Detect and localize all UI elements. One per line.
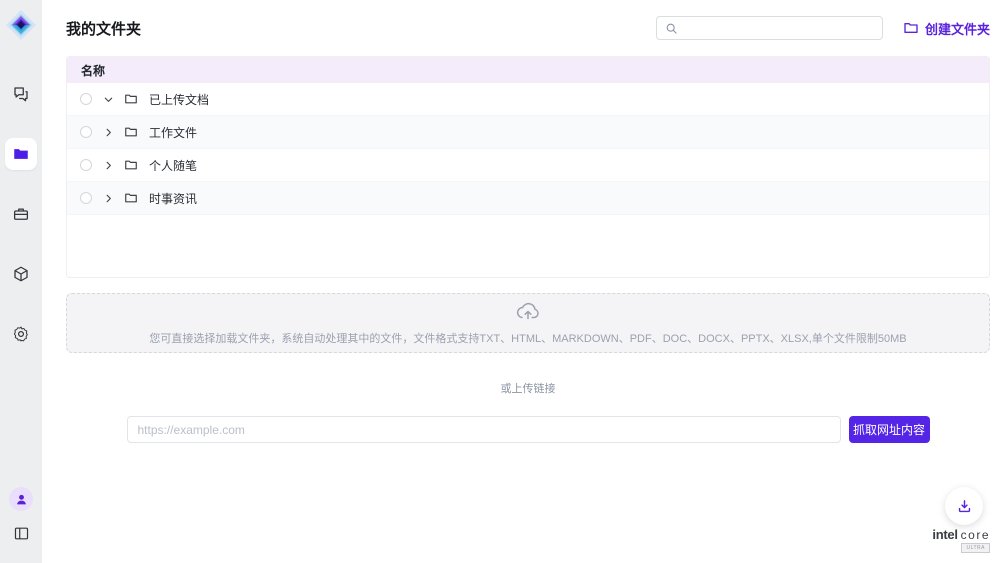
app-logo-icon[interactable] bbox=[4, 8, 38, 42]
user-icon bbox=[15, 493, 28, 506]
row-checkbox[interactable] bbox=[80, 192, 92, 204]
upload-hint-text: 您可直接选择加载文件夹，系统自动处理其中的文件，文件格式支持TXT、HTML、M… bbox=[149, 330, 906, 346]
search-icon bbox=[665, 22, 678, 35]
table-header-row: 名称 bbox=[67, 57, 989, 83]
row-checkbox[interactable] bbox=[80, 159, 92, 171]
intel-core-logo: intel core ultra bbox=[932, 527, 990, 553]
folder-name: 个人随笔 bbox=[149, 157, 197, 174]
table-row[interactable]: 时事资讯 bbox=[67, 182, 989, 215]
panel-toggle-button[interactable] bbox=[9, 521, 33, 545]
table-row[interactable]: 工作文件 bbox=[67, 116, 989, 149]
sidebar-item-folders[interactable] bbox=[5, 138, 37, 170]
row-checkbox[interactable] bbox=[80, 93, 92, 105]
or-upload-link-label: 或上传链接 bbox=[66, 380, 990, 396]
sidebar-nav bbox=[5, 78, 37, 350]
folder-name: 工作文件 bbox=[149, 124, 197, 141]
folder-icon bbox=[124, 158, 138, 172]
page-title: 我的文件夹 bbox=[66, 18, 141, 39]
create-folder-label: 创建文件夹 bbox=[925, 19, 990, 38]
folder-icon bbox=[124, 125, 138, 139]
download-fab-button[interactable] bbox=[945, 487, 983, 525]
table-row[interactable]: 个人随笔 bbox=[67, 149, 989, 182]
search-input[interactable] bbox=[684, 21, 874, 35]
download-icon bbox=[956, 498, 973, 515]
chat-icon bbox=[12, 85, 30, 103]
user-avatar[interactable] bbox=[9, 487, 33, 511]
chevron-down-icon[interactable] bbox=[101, 94, 115, 105]
folder-icon bbox=[124, 92, 138, 106]
cloud-upload-icon bbox=[515, 300, 541, 327]
column-header-name: 名称 bbox=[81, 62, 105, 79]
folder-plus-icon bbox=[903, 20, 919, 36]
main-content: 我的文件夹 创建文件夹 名称 bbox=[42, 0, 1000, 563]
row-checkbox[interactable] bbox=[80, 126, 92, 138]
search-box[interactable] bbox=[656, 16, 883, 40]
sidebar bbox=[0, 0, 42, 563]
sidebar-item-toolbox[interactable] bbox=[5, 198, 37, 230]
sidebar-item-settings[interactable] bbox=[5, 318, 37, 350]
cube-icon bbox=[12, 265, 30, 283]
app-window: 我的文件夹 创建文件夹 名称 bbox=[0, 0, 1000, 563]
upload-dropzone[interactable]: 您可直接选择加载文件夹，系统自动处理其中的文件，文件格式支持TXT、HTML、M… bbox=[66, 293, 990, 353]
fetch-url-button[interactable]: 抓取网址内容 bbox=[849, 416, 930, 443]
intel-ultra-badge: ultra bbox=[961, 543, 990, 553]
intel-brand-text: intel bbox=[932, 527, 957, 542]
folder-icon bbox=[12, 145, 30, 163]
folder-name: 已上传文档 bbox=[149, 91, 209, 108]
folder-name: 时事资讯 bbox=[149, 190, 197, 207]
folder-table: 名称 已上传文档 工作文件 bbox=[66, 56, 990, 278]
intel-product-text: core bbox=[961, 528, 990, 542]
sidebar-item-chat[interactable] bbox=[5, 78, 37, 110]
url-upload-row: 抓取网址内容 bbox=[66, 416, 990, 443]
chevron-right-icon[interactable] bbox=[101, 127, 115, 138]
sidebar-bottom bbox=[0, 487, 42, 545]
gear-icon bbox=[12, 325, 30, 343]
sidebar-item-models[interactable] bbox=[5, 258, 37, 290]
url-input[interactable] bbox=[127, 416, 841, 443]
panel-toggle-icon bbox=[13, 525, 30, 542]
table-row[interactable]: 已上传文档 bbox=[67, 83, 989, 116]
chevron-right-icon[interactable] bbox=[101, 160, 115, 171]
page-header: 我的文件夹 创建文件夹 bbox=[66, 0, 990, 56]
briefcase-icon bbox=[12, 205, 30, 223]
create-folder-button[interactable]: 创建文件夹 bbox=[903, 19, 990, 38]
chevron-right-icon[interactable] bbox=[101, 193, 115, 204]
folder-icon bbox=[124, 191, 138, 205]
